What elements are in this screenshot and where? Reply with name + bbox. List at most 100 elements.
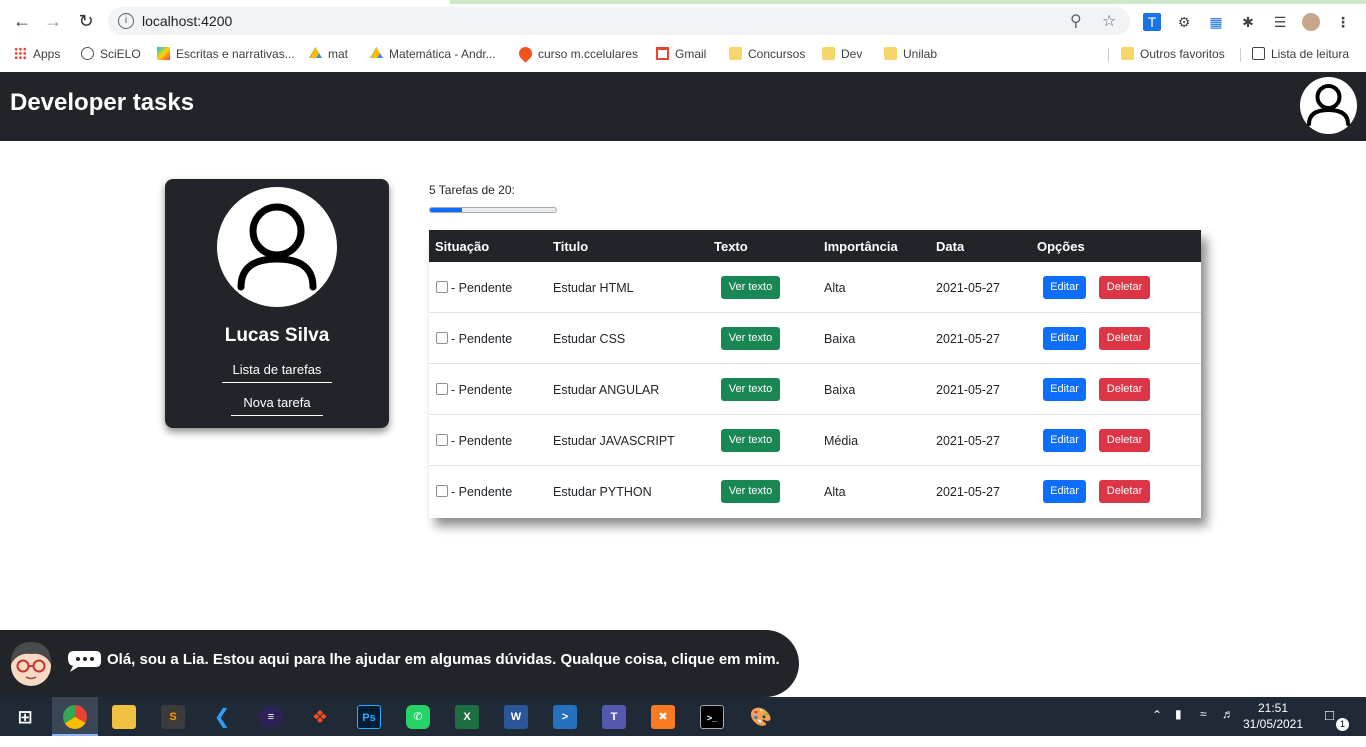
paint-icon[interactable]: 🎨 — [749, 705, 773, 729]
profile-avatar-icon[interactable] — [1302, 13, 1320, 31]
status-checkbox[interactable] — [436, 485, 448, 497]
battery-icon[interactable]: ▮ — [1175, 707, 1182, 746]
bookmarks-bar: Apps SciELO Escritas e narrativas... mat… — [0, 40, 1366, 68]
photoshop-icon[interactable]: Ps — [357, 705, 381, 729]
bookmark-mat[interactable]: mat — [309, 46, 348, 62]
reload-icon[interactable]: ↻ — [74, 9, 98, 33]
notification-icon[interactable]: □ — [1325, 707, 1334, 746]
edit-button[interactable]: Editar — [1043, 327, 1086, 350]
status-checkbox[interactable] — [436, 383, 448, 395]
excel-icon[interactable]: X — [455, 705, 479, 729]
column-header-status: Situação — [435, 239, 490, 254]
scielo-icon — [81, 47, 94, 60]
translate-icon[interactable]: ▦ — [1207, 13, 1225, 31]
status-text: - Pendente — [451, 281, 513, 295]
terminal-icon[interactable]: >_ — [700, 705, 724, 729]
view-text-button[interactable]: Ver texto — [721, 429, 780, 452]
delete-button[interactable]: Deletar — [1099, 276, 1150, 299]
system-clock[interactable]: 21:51 31/05/2021 — [1240, 700, 1306, 732]
edit-button[interactable]: Editar — [1043, 480, 1086, 503]
app-header: Developer tasks — [0, 72, 1366, 141]
column-header-options: Opções — [1037, 239, 1085, 254]
address-bar[interactable]: i localhost:4200 ⚲ ☆ — [108, 7, 1130, 35]
edit-button[interactable]: Editar — [1043, 378, 1086, 401]
view-text-button[interactable]: Ver texto — [721, 480, 780, 503]
bookmark-star-icon[interactable]: ☆ — [1102, 11, 1116, 31]
chat-bubble-icon — [66, 649, 102, 673]
edit-button[interactable]: Editar — [1043, 276, 1086, 299]
bookmark-gmail[interactable]: Gmail — [656, 46, 706, 62]
status-checkbox[interactable] — [436, 434, 448, 446]
importance-text: Baixa — [824, 332, 856, 346]
bookmark-matematica[interactable]: Matemática - Andr... — [370, 46, 496, 62]
wifi-icon[interactable]: ≈ — [1200, 707, 1207, 746]
bookmark-dev[interactable]: Dev — [822, 46, 862, 62]
view-text-button[interactable]: Ver texto — [721, 276, 780, 299]
reading-list-button[interactable]: Lista de leitura — [1252, 46, 1349, 62]
xampp-icon[interactable]: ✖ — [651, 705, 675, 729]
folder-icon — [822, 47, 835, 60]
media-control-icon[interactable]: ☰ — [1271, 13, 1289, 31]
flame-icon — [516, 44, 535, 63]
lia-avatar-icon[interactable] — [6, 636, 56, 688]
view-text-button[interactable]: Ver texto — [721, 327, 780, 350]
play-store-icon — [157, 47, 170, 60]
status-checkbox[interactable] — [436, 281, 448, 293]
browser-menu-icon[interactable]: ⋮ — [1334, 13, 1352, 31]
windows-start-icon[interactable]: ⊞ — [13, 705, 37, 729]
column-header-title: Titulo — [553, 239, 589, 254]
clock-date: 31/05/2021 — [1242, 717, 1304, 731]
profile-name: Lucas Silva — [224, 325, 330, 346]
vscode-icon[interactable]: ❮ — [210, 705, 234, 729]
bookmark-unilab[interactable]: Unilab — [884, 46, 937, 62]
tray-expand-icon[interactable]: ⌃ — [1152, 708, 1162, 747]
task-title: Estudar HTML — [553, 281, 634, 295]
eclipse-icon[interactable]: ≡ — [259, 705, 283, 729]
bookmark-apps[interactable]: Apps — [14, 46, 60, 62]
view-text-button[interactable]: Ver texto — [721, 378, 780, 401]
edit-button[interactable]: Editar — [1043, 429, 1086, 452]
importance-text: Baixa — [824, 383, 856, 397]
status-text: - Pendente — [451, 434, 513, 448]
sublime-icon[interactable]: S — [161, 705, 185, 729]
whatsapp-icon[interactable]: ✆ — [406, 705, 430, 729]
delete-button[interactable]: Deletar — [1099, 480, 1150, 503]
delete-button[interactable]: Deletar — [1099, 378, 1150, 401]
url-text: localhost:4200 — [142, 13, 233, 29]
reading-list-icon — [1252, 47, 1265, 60]
bookmark-other-favorites[interactable]: Outros favoritos — [1121, 46, 1225, 62]
back-arrow-icon[interactable]: ← — [10, 9, 34, 33]
chrome-icon[interactable] — [63, 705, 87, 729]
file-explorer-icon[interactable] — [112, 705, 136, 729]
volume-icon[interactable]: ♬ — [1222, 707, 1234, 746]
page-title: Developer tasks — [10, 89, 195, 116]
lia-assistant-bubble[interactable]: Olá, sou a Lia. Estou aqui para lhe ajud… — [0, 630, 799, 697]
bookmark-concursos[interactable]: Concursos — [729, 46, 805, 62]
extensions-puzzle-icon[interactable]: ✱ — [1239, 13, 1257, 31]
delete-button[interactable]: Deletar — [1099, 327, 1150, 350]
task-list-link[interactable]: Lista de tarefas — [222, 362, 332, 383]
extension-trello-icon[interactable]: T — [1143, 13, 1161, 31]
importance-text: Média — [824, 434, 859, 448]
status-checkbox[interactable] — [436, 332, 448, 344]
bookmark-escritas[interactable]: Escritas e narrativas... — [157, 46, 295, 62]
delete-button[interactable]: Deletar — [1099, 429, 1150, 452]
gmail-icon — [656, 47, 669, 60]
user-avatar-icon[interactable] — [1300, 77, 1357, 134]
column-header-importance: Importância — [824, 239, 898, 254]
task-table: Situação Titulo Texto Importância Data O… — [429, 230, 1201, 518]
site-info-icon[interactable]: i — [118, 13, 134, 29]
extension-gear-icon[interactable]: ⚙ — [1175, 13, 1193, 31]
bookmark-scielo[interactable]: SciELO — [81, 46, 141, 62]
figma-icon[interactable]: ❖ — [308, 705, 332, 729]
bookmark-curso[interactable]: curso m.ccelulares — [516, 44, 638, 63]
teams-icon[interactable]: T — [602, 705, 626, 729]
zoom-icon[interactable]: ⚲ — [1070, 11, 1082, 31]
powershell-icon[interactable]: > — [553, 705, 577, 729]
folder-icon — [884, 47, 897, 60]
profile-avatar-icon — [217, 187, 337, 307]
new-task-link[interactable]: Nova tarefa — [231, 395, 323, 416]
word-icon[interactable]: W — [504, 705, 528, 729]
forward-arrow-icon[interactable]: → — [41, 9, 65, 33]
lia-message: Olá, sou a Lia. Estou aqui para lhe ajud… — [107, 651, 780, 668]
